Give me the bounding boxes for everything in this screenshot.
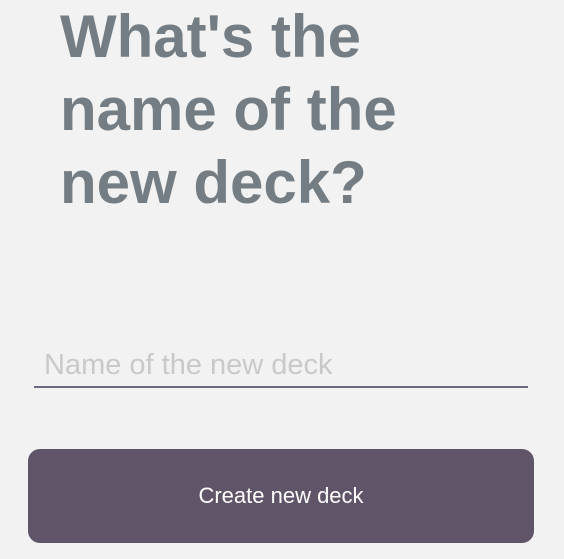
deck-name-field[interactable] bbox=[34, 345, 528, 388]
create-deck-button-label: Create new deck bbox=[198, 483, 364, 508]
page-title: What's the name of the new deck? bbox=[60, 3, 397, 216]
create-deck-button[interactable]: Create new deck bbox=[28, 449, 534, 543]
deck-name-input[interactable] bbox=[34, 345, 528, 386]
new-deck-screen: What's the name of the new deck? Create … bbox=[0, 0, 564, 559]
